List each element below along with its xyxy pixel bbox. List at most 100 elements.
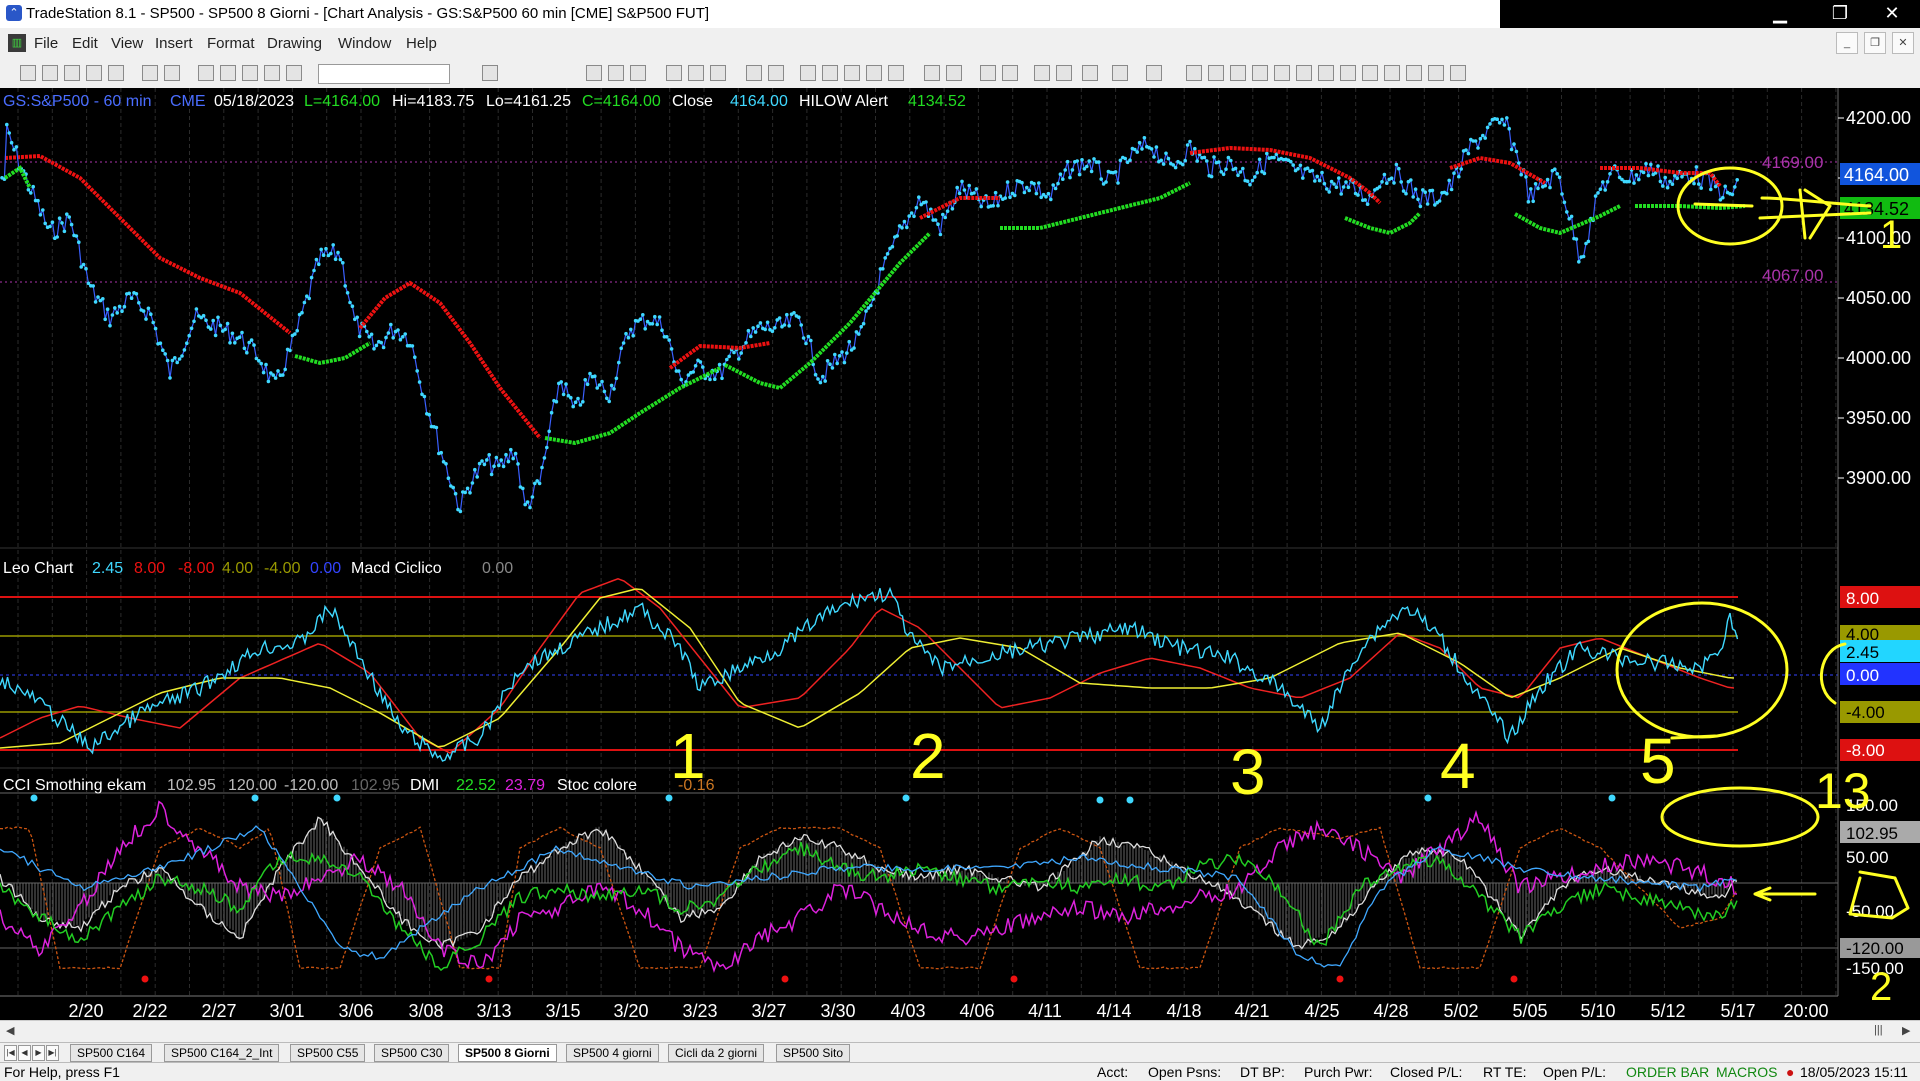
data-window-icon[interactable]	[768, 65, 784, 81]
menu-window[interactable]: Window	[338, 35, 391, 52]
tab-next-icon[interactable]: ▶	[32, 1045, 45, 1061]
crosshair-icon[interactable]	[1056, 65, 1072, 81]
layout-icon-1[interactable]	[586, 65, 602, 81]
price-point	[1008, 195, 1012, 200]
price-point	[1694, 165, 1699, 169]
macros-button[interactable]: MACROS	[1716, 1064, 1777, 1080]
symbol-combo[interactable]	[318, 64, 450, 84]
menu-format[interactable]: Format	[207, 35, 255, 52]
price-point	[950, 207, 955, 211]
spacing-icon[interactable]	[946, 65, 962, 81]
tab-sp500-c55[interactable]: SP500 C55	[290, 1044, 366, 1062]
speed-lines-icon[interactable]	[1252, 65, 1268, 81]
menu-view[interactable]: View	[111, 35, 143, 52]
tab-sp500-c164[interactable]: SP500 C164	[70, 1044, 153, 1062]
close-icon[interactable]: ✕	[1872, 0, 1912, 28]
date-tick-label: 3/15	[545, 1001, 580, 1020]
cci-signal-dot	[1608, 794, 1616, 802]
right-axis[interactable]: 4200.004150.004100.004050.004000.003950.…	[1837, 88, 1920, 1020]
square-tool-icon[interactable]	[1428, 65, 1444, 81]
tab-sp500-sito[interactable]: SP500 Sito	[776, 1044, 851, 1062]
print-preview-icon[interactable]	[142, 65, 158, 81]
arc-icon[interactable]	[1318, 65, 1334, 81]
tools-icon[interactable]	[1082, 65, 1098, 81]
mdi-close-icon[interactable]: ✕	[1892, 32, 1914, 54]
ellipse-tool-icon[interactable]	[1340, 65, 1356, 81]
line-chart-icon[interactable]	[844, 65, 860, 81]
order-bar-button[interactable]: ORDER BAR	[1626, 1064, 1709, 1080]
bar-icon[interactable]	[822, 65, 838, 81]
tab-sp500-c164-2-int[interactable]: SP500 C164_2_Int	[164, 1044, 280, 1062]
chart-horizontal-scrollbar[interactable]: ◀ ||| ▶	[0, 1020, 1920, 1043]
menu-help[interactable]: Help	[406, 35, 437, 52]
matrix-icon[interactable]	[286, 65, 302, 81]
menu-file[interactable]: File	[34, 35, 58, 52]
hline-icon[interactable]	[1146, 65, 1162, 81]
tab-cicli-da-2-giorni[interactable]: Cicli da 2 giorni	[668, 1044, 765, 1062]
menu-insert[interactable]: Insert	[155, 35, 193, 52]
menu-drawing[interactable]: Drawing	[267, 35, 322, 52]
price-point	[1601, 180, 1605, 184]
scanner-icon[interactable]	[264, 65, 280, 81]
arrow-tool-icon[interactable]	[1362, 65, 1378, 81]
save-icon[interactable]	[108, 65, 124, 81]
menu-edit[interactable]: Edit	[72, 35, 98, 52]
tab-prev-icon[interactable]: ◀	[18, 1045, 31, 1061]
tab-first-icon[interactable]: |◀	[4, 1045, 17, 1061]
price-point	[1596, 191, 1600, 195]
price-chart[interactable]: 4169.00 4067.00 GS:S&P500 - 60 min CME 0…	[0, 88, 1920, 1021]
print-icon[interactable]	[164, 65, 180, 81]
layout-icon-2[interactable]	[608, 65, 624, 81]
text-tool-icon[interactable]	[1450, 65, 1466, 81]
price-point	[427, 412, 432, 417]
indicator-icon[interactable]	[666, 65, 682, 81]
vline-icon[interactable]	[1186, 65, 1202, 81]
chart-icon[interactable]	[198, 65, 214, 81]
radar-icon[interactable]	[220, 65, 236, 81]
tab-sp500-8-giorni[interactable]: SP500 8 Giorni	[458, 1044, 557, 1062]
candle-icon[interactable]	[800, 65, 816, 81]
open-icon[interactable]	[42, 65, 58, 81]
price-point	[110, 313, 115, 317]
scroll-right-icon[interactable]: ▶	[1902, 1024, 1910, 1037]
find-symbol-icon[interactable]	[482, 65, 498, 81]
format-icon[interactable]	[746, 65, 762, 81]
mdi-minimize-icon[interactable]: _	[1836, 32, 1858, 54]
price-point	[513, 451, 518, 456]
minimize-icon[interactable]: ▁	[1760, 0, 1800, 28]
fib-icon[interactable]	[1230, 65, 1246, 81]
tab-sp500-4-giorni[interactable]: SP500 4 giorni	[566, 1044, 659, 1062]
price-point	[600, 379, 604, 384]
pointer-icon[interactable]	[1034, 65, 1050, 81]
rectangle-tool-icon[interactable]	[1384, 65, 1400, 81]
price-point	[1382, 172, 1387, 177]
new-icon[interactable]	[20, 65, 36, 81]
chart-analysis-window[interactable]: 4169.00 4067.00 GS:S&P500 - 60 min CME 0…	[0, 88, 1920, 1021]
zoom-out-icon[interactable]	[1002, 65, 1018, 81]
price-point	[329, 251, 333, 256]
lock-icon[interactable]	[242, 65, 258, 81]
circle-tool-icon[interactable]	[1406, 65, 1422, 81]
paintbar-icon[interactable]	[710, 65, 726, 81]
tab-sp500-c30[interactable]: SP500 C30	[374, 1044, 450, 1062]
gann-fan-icon[interactable]	[1274, 65, 1290, 81]
chart-type-icon[interactable]	[888, 65, 904, 81]
layout-icon-3[interactable]	[630, 65, 646, 81]
scale-icon[interactable]	[924, 65, 940, 81]
price-point	[295, 328, 300, 333]
zoom-in-icon[interactable]	[980, 65, 996, 81]
cycle-icon[interactable]	[1296, 65, 1312, 81]
mdi-restore-icon[interactable]: ❐	[1864, 32, 1886, 54]
strategy-icon[interactable]	[688, 65, 704, 81]
trendline-icon[interactable]	[1112, 65, 1128, 81]
price-point	[1161, 162, 1166, 166]
point-figure-icon[interactable]	[866, 65, 882, 81]
workspace-icon[interactable]	[64, 65, 80, 81]
tab-last-icon[interactable]: ▶|	[46, 1045, 59, 1061]
scroll-left-icon[interactable]: ◀	[6, 1024, 14, 1037]
restore-icon[interactable]: ❐	[1820, 0, 1860, 28]
channel-icon[interactable]	[1208, 65, 1224, 81]
new-window-icon[interactable]	[86, 65, 102, 81]
scroll-thumb-icon[interactable]: |||	[1874, 1024, 1883, 1036]
chart-window-icon[interactable]: ▥	[8, 34, 26, 52]
